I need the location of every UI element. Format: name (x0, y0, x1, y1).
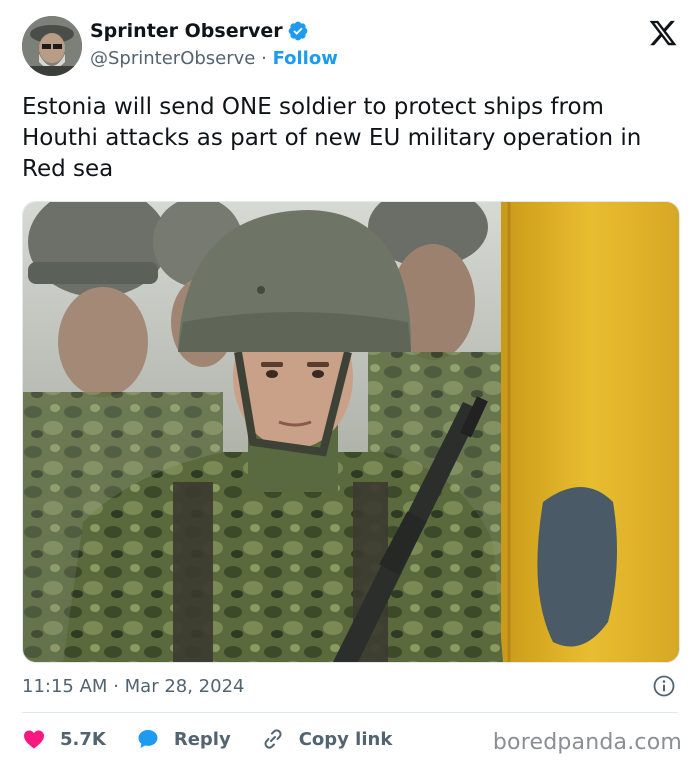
tweet-date: Mar 28, 2024 (124, 676, 245, 697)
like-count: 5.7K (60, 728, 106, 750)
tweet-photo[interactable] (22, 201, 680, 663)
reply-bubble-icon (138, 730, 158, 748)
display-name[interactable]: Sprinter Observer (90, 20, 283, 42)
tweet-text: Estonia will send ONE soldier to protect… (22, 94, 642, 182)
action-bar: 5.7K Reply Copy link (22, 724, 422, 754)
tweet-header: Sprinter Observer @SprinterObserve · Fol… (22, 16, 682, 80)
timestamp-separator: · (113, 676, 119, 697)
like-button[interactable]: 5.7K (22, 727, 106, 751)
tweet-time: 11:15 AM (22, 676, 108, 697)
handle-separator: · (261, 48, 267, 69)
copy-link-button[interactable]: Copy link (261, 727, 393, 751)
reply-button[interactable]: Reply (136, 727, 231, 751)
follow-button[interactable]: Follow (273, 48, 338, 69)
x-logo-icon[interactable] (648, 18, 678, 48)
soldier-photo (23, 202, 679, 662)
copy-link-label: Copy link (298, 728, 393, 750)
handle[interactable]: @SprinterObserve (90, 48, 255, 69)
link-icon (264, 729, 282, 749)
heart-icon (24, 730, 44, 749)
verified-badge-icon (288, 21, 308, 41)
divider (22, 712, 678, 713)
avatar[interactable] (22, 16, 82, 76)
timestamp[interactable]: 11:15 AM · Mar 28, 2024 (22, 676, 245, 697)
watermark: boredpanda.com (492, 730, 682, 755)
info-icon[interactable] (652, 674, 676, 698)
tweet-meta: 11:15 AM · Mar 28, 2024 (22, 674, 678, 700)
reply-label: Reply (173, 728, 231, 750)
